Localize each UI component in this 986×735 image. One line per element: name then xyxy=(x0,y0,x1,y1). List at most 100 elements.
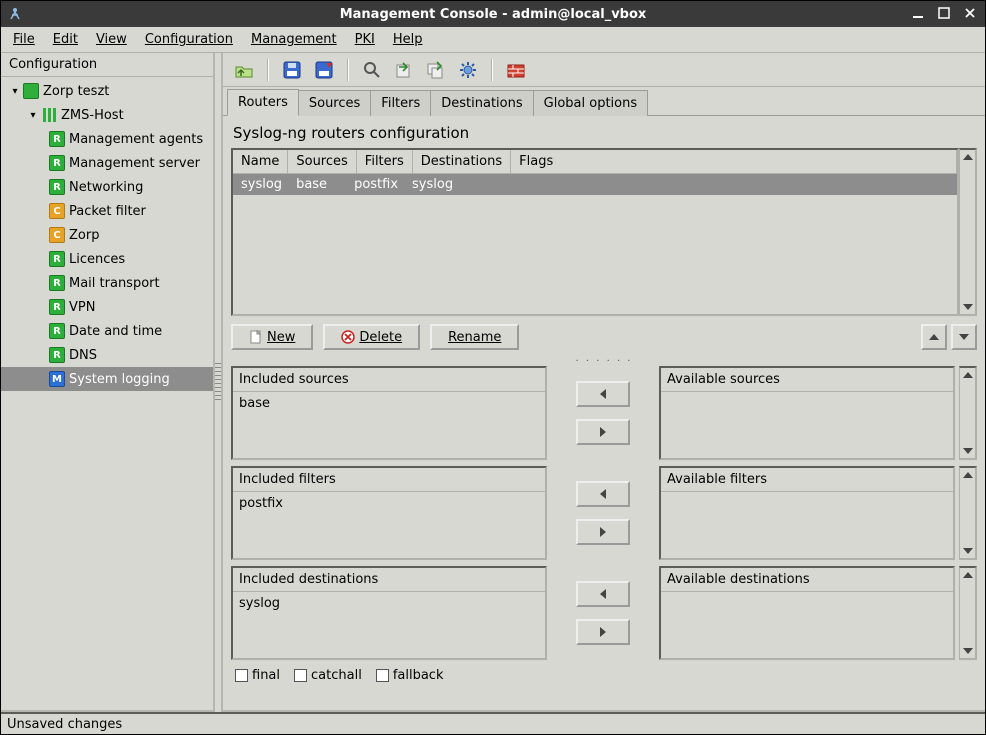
toolbar xyxy=(223,53,985,87)
fallback-checkbox[interactable]: fallback xyxy=(376,668,444,683)
scroll-down-icon[interactable] xyxy=(961,444,975,458)
new-button[interactable]: New xyxy=(231,324,313,350)
sidebar-item-label: Packet filter xyxy=(69,204,146,219)
move-right-button[interactable] xyxy=(576,619,630,645)
included-sources-list[interactable]: Included sources base xyxy=(231,366,547,460)
tree-root[interactable]: ▾ Zorp teszt xyxy=(1,79,213,103)
sidebar-item[interactable]: MSystem logging xyxy=(1,367,213,391)
table-scrollbar[interactable] xyxy=(959,148,977,316)
app-icon xyxy=(7,5,23,21)
move-right-button[interactable] xyxy=(576,519,630,545)
tab-sources[interactable]: Sources xyxy=(298,90,371,116)
chevron-down-icon[interactable]: ▾ xyxy=(27,110,39,121)
routers-table: NameSourcesFiltersDestinationsFlags sysl… xyxy=(231,148,959,316)
save-icon[interactable] xyxy=(279,57,305,83)
tab-routers[interactable]: Routers xyxy=(227,89,299,116)
module-icon: R xyxy=(49,251,65,267)
included-destinations-header: Included destinations xyxy=(233,568,545,592)
available-sources-list[interactable]: Available sources xyxy=(659,366,955,460)
destinations-scrollbar[interactable] xyxy=(959,566,977,660)
tab-destinations[interactable]: Destinations xyxy=(430,90,533,116)
list-item[interactable]: base xyxy=(233,392,545,458)
list-item[interactable]: syslog xyxy=(233,592,545,658)
sidebar-item[interactable]: RMail transport xyxy=(1,271,213,295)
table-column-header[interactable]: Destinations xyxy=(413,150,511,174)
table-column-header[interactable]: Flags xyxy=(511,150,957,174)
menu-file[interactable]: File xyxy=(5,29,43,50)
sidebar-item[interactable]: RDate and time xyxy=(1,319,213,343)
delete-icon xyxy=(341,330,355,344)
tab-content: Syslog-ng routers configuration NameSour… xyxy=(223,115,985,710)
sidebar-item[interactable]: CZorp xyxy=(1,223,213,247)
save-alert-icon[interactable] xyxy=(311,57,337,83)
sidebar-item-label: Mail transport xyxy=(69,276,160,291)
available-destinations-list[interactable]: Available destinations xyxy=(659,566,955,660)
included-filters-list[interactable]: Included filters postfix xyxy=(231,466,547,560)
firewall-icon[interactable] xyxy=(503,57,529,83)
sources-scrollbar[interactable] xyxy=(959,366,977,460)
flags-row: final catchall fallback xyxy=(231,666,977,685)
sidebar-item[interactable]: RLicences xyxy=(1,247,213,271)
export-icon[interactable] xyxy=(391,57,417,83)
table-row[interactable]: syslogbasepostfixsyslog xyxy=(233,174,957,195)
scroll-down-icon[interactable] xyxy=(961,644,975,658)
menu-view[interactable]: View xyxy=(88,29,135,50)
sidebar-item[interactable]: CPacket filter xyxy=(1,199,213,223)
export-multi-icon[interactable] xyxy=(423,57,449,83)
minimize-button[interactable] xyxy=(909,4,927,22)
destinations-mover xyxy=(551,566,655,660)
final-checkbox[interactable]: final xyxy=(235,668,280,683)
sidebar-item[interactable]: RVPN xyxy=(1,295,213,319)
scroll-up-icon[interactable] xyxy=(961,150,975,164)
tab-global-options[interactable]: Global options xyxy=(533,90,648,116)
table-column-header[interactable]: Sources xyxy=(288,150,356,174)
filters-scrollbar[interactable] xyxy=(959,466,977,560)
menu-pki[interactable]: PKI xyxy=(347,29,383,50)
scroll-up-icon[interactable] xyxy=(961,568,975,582)
document-icon xyxy=(249,330,263,344)
sidebar: Configuration ▾ Zorp teszt ▾ ZMS-Host RM… xyxy=(1,53,215,712)
rename-button[interactable]: Rename xyxy=(430,324,519,350)
up-folder-icon[interactable] xyxy=(231,57,257,83)
catchall-checkbox[interactable]: catchall xyxy=(294,668,362,683)
move-left-button[interactable] xyxy=(576,481,630,507)
available-filters-list[interactable]: Available filters xyxy=(659,466,955,560)
scroll-down-icon[interactable] xyxy=(961,300,975,314)
filters-mover xyxy=(551,466,655,560)
menu-configuration[interactable]: Configuration xyxy=(137,29,241,50)
splitter-horizontal[interactable]: · · · · · · xyxy=(231,356,977,366)
main-panel: RoutersSourcesFiltersDestinationsGlobal … xyxy=(221,53,985,712)
module-icon: R xyxy=(49,155,65,171)
sidebar-item[interactable]: RManagement agents xyxy=(1,127,213,151)
close-button[interactable] xyxy=(961,4,979,22)
sidebar-item-label: System logging xyxy=(69,372,170,387)
scroll-up-icon[interactable] xyxy=(961,468,975,482)
chevron-down-icon[interactable]: ▾ xyxy=(9,86,21,97)
menu-edit[interactable]: Edit xyxy=(45,29,86,50)
table-column-header[interactable]: Filters xyxy=(357,150,413,174)
sidebar-item[interactable]: RNetworking xyxy=(1,175,213,199)
menubar: File Edit View Configuration Management … xyxy=(1,27,985,53)
move-left-button[interactable] xyxy=(576,581,630,607)
tree-root-label: Zorp teszt xyxy=(43,84,109,99)
included-destinations-list[interactable]: Included destinations syslog xyxy=(231,566,547,660)
sidebar-item[interactable]: RDNS xyxy=(1,343,213,367)
table-column-header[interactable]: Name xyxy=(233,150,288,174)
scroll-down-icon[interactable] xyxy=(961,544,975,558)
tab-filters[interactable]: Filters xyxy=(370,90,431,116)
gear-icon[interactable] xyxy=(455,57,481,83)
scroll-up-icon[interactable] xyxy=(961,368,975,382)
move-right-button[interactable] xyxy=(576,419,630,445)
menu-management[interactable]: Management xyxy=(243,29,345,50)
move-down-button[interactable] xyxy=(951,324,977,350)
app-window: Management Console - admin@local_vbox Fi… xyxy=(0,0,986,735)
tree-host[interactable]: ▾ ZMS-Host xyxy=(1,103,213,127)
list-item[interactable]: postfix xyxy=(233,492,545,558)
move-up-button[interactable] xyxy=(921,324,947,350)
delete-button[interactable]: Delete xyxy=(323,324,420,350)
sidebar-item[interactable]: RManagement server xyxy=(1,151,213,175)
maximize-button[interactable] xyxy=(935,4,953,22)
search-icon[interactable] xyxy=(359,57,385,83)
move-left-button[interactable] xyxy=(576,381,630,407)
menu-help[interactable]: Help xyxy=(385,29,431,50)
